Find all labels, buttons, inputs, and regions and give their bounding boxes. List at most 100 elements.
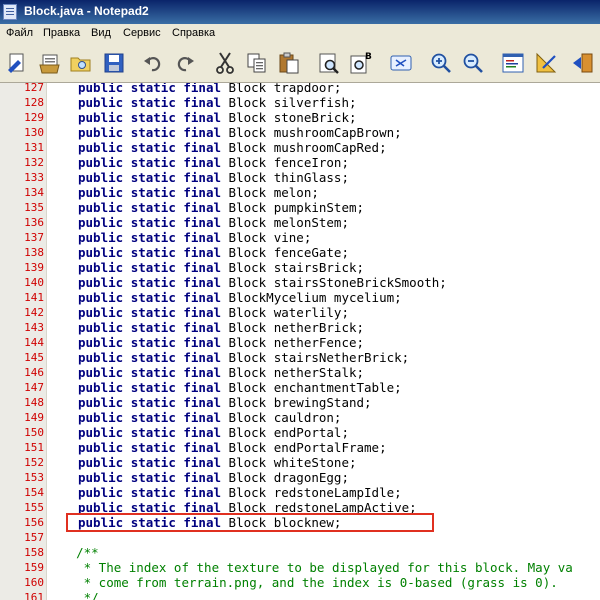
code-line: public static final Block stairsStoneBri… <box>78 275 447 290</box>
type-name: Block <box>228 350 267 365</box>
code-line: public static final Block endPortalFrame… <box>78 440 387 455</box>
save-icon[interactable] <box>101 50 127 76</box>
keyword: final <box>183 230 222 245</box>
field-name: pumpkinStem; <box>273 200 365 215</box>
code-editor[interactable]: 127 public static final Block trapdoor; 12… <box>0 83 600 600</box>
zoom-in-icon[interactable] <box>428 50 454 76</box>
field-name: brewingStand; <box>273 395 372 410</box>
line-number: 161 <box>24 591 44 600</box>
keyword: final <box>183 125 222 140</box>
field-name: mushroomCapRed; <box>273 140 387 155</box>
field-name: dragonEgg; <box>273 470 349 485</box>
code-line: public static final Block thinGlass; <box>78 170 349 185</box>
field-name: stairsNetherBrick; <box>273 350 410 365</box>
field-name: fenceIron; <box>273 155 349 170</box>
keyword: final <box>183 110 222 125</box>
menu-help[interactable]: Справка <box>172 27 215 39</box>
keyword: final <box>183 485 222 500</box>
menu-tools[interactable]: Сервис <box>123 27 161 39</box>
keyword: final <box>183 290 222 305</box>
field-name: stairsBrick; <box>273 260 365 275</box>
keyword: final <box>183 275 222 290</box>
replace-icon[interactable]: B <box>348 50 374 76</box>
paste-icon[interactable] <box>276 50 302 76</box>
undo-icon[interactable] <box>140 50 166 76</box>
keyword: public <box>78 425 124 440</box>
new-icon[interactable] <box>4 50 30 76</box>
zoom-out-icon[interactable] <box>460 50 486 76</box>
keyword: static <box>130 140 176 155</box>
line-number: 155 <box>24 501 44 514</box>
line-number: 142 <box>24 306 44 319</box>
keyword: public <box>78 440 124 455</box>
line-number: 143 <box>24 321 44 334</box>
keyword: public <box>78 350 124 365</box>
customize-icon[interactable] <box>533 50 559 76</box>
keyword: final <box>183 140 222 155</box>
keyword: public <box>78 140 124 155</box>
keyword: public <box>78 155 124 170</box>
keyword: public <box>78 365 124 380</box>
line-number: 136 <box>24 216 44 229</box>
type-name: Block <box>228 365 267 380</box>
keyword: public <box>78 380 124 395</box>
keyword: public <box>78 260 124 275</box>
field-name: vine; <box>273 230 312 245</box>
keyword: final <box>183 320 222 335</box>
copy-icon[interactable] <box>244 50 270 76</box>
scheme-icon[interactable] <box>500 50 526 76</box>
window-title: Block.java - Notepad2 <box>24 4 149 18</box>
exit-icon[interactable] <box>570 50 596 76</box>
line-number: 133 <box>24 171 44 184</box>
browse-icon[interactable] <box>68 50 94 76</box>
keyword: final <box>183 170 222 185</box>
keyword: public <box>78 455 124 470</box>
type-name: Block <box>228 95 267 110</box>
keyword: final <box>183 425 222 440</box>
keyword: public <box>78 275 124 290</box>
keyword: static <box>130 380 176 395</box>
menu-file[interactable]: Файл <box>6 27 33 39</box>
redo-icon[interactable] <box>172 50 198 76</box>
field-name: silverfish; <box>273 95 357 110</box>
field-name: endPortal; <box>273 425 349 440</box>
keyword: final <box>183 245 222 260</box>
comment-line: /** <box>46 545 99 560</box>
comment-line: */ <box>46 590 99 600</box>
code-line: public static final Block mushroomCapBro… <box>78 125 402 140</box>
keyword: static <box>130 485 176 500</box>
keyword: final <box>183 365 222 380</box>
keyword: static <box>130 410 176 425</box>
keyword: static <box>130 245 176 260</box>
keyword: static <box>130 83 176 95</box>
line-number: 127 <box>24 83 44 94</box>
keyword: static <box>130 395 176 410</box>
code-line: public static final Block netherFence; <box>78 335 364 350</box>
line-number: 148 <box>24 396 44 409</box>
keyword: static <box>130 230 176 245</box>
menu-view[interactable]: Вид <box>91 27 111 39</box>
type-name: Block <box>228 440 267 455</box>
code-line: public static final Block waterlily; <box>78 305 349 320</box>
type-name: Block <box>228 275 267 290</box>
type-name: Block <box>228 185 267 200</box>
field-name: redstoneLampIdle; <box>273 485 402 500</box>
keyword: public <box>78 83 124 95</box>
keyword: static <box>130 95 176 110</box>
menu-edit[interactable]: Правка <box>43 27 80 39</box>
open-icon[interactable] <box>37 50 63 76</box>
line-number: 145 <box>24 351 44 364</box>
code-line: public static final Block netherBrick; <box>78 320 364 335</box>
keyword: public <box>78 290 124 305</box>
toolbar: B <box>0 44 600 83</box>
keyword: static <box>130 125 176 140</box>
wordwrap-icon[interactable] <box>388 50 414 76</box>
keyword: static <box>130 425 176 440</box>
keyword: final <box>183 260 222 275</box>
cut-icon[interactable] <box>212 50 238 76</box>
keyword: public <box>78 125 124 140</box>
keyword: static <box>130 260 176 275</box>
find-icon[interactable] <box>316 50 342 76</box>
line-number: 154 <box>24 486 44 499</box>
notepad-app-icon <box>3 4 17 20</box>
